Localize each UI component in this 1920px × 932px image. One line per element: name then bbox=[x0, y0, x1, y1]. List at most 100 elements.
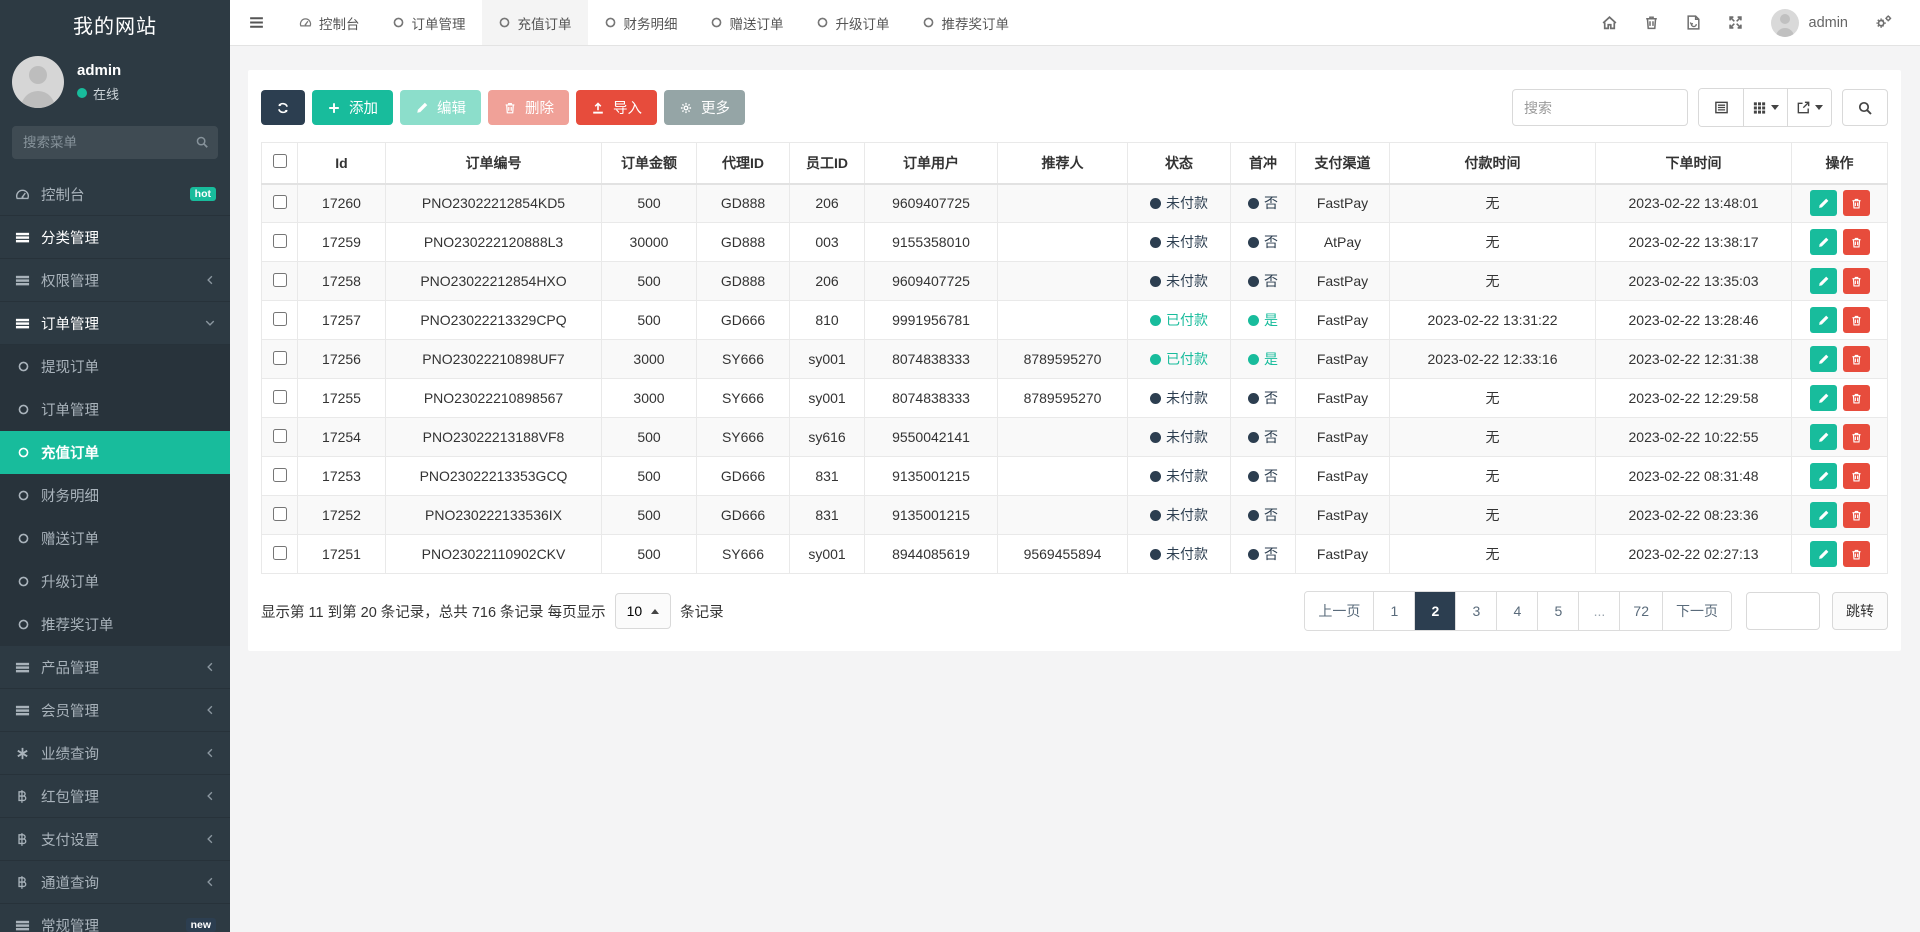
tab-升级订单[interactable]: 升级订单 bbox=[800, 0, 906, 45]
select-all-checkbox[interactable] bbox=[273, 154, 287, 168]
sidebar-item-支付设置[interactable]: 支付设置 bbox=[0, 818, 230, 861]
row-edit-button[interactable] bbox=[1810, 463, 1837, 489]
row-edit-button[interactable] bbox=[1810, 190, 1837, 216]
row-delete-button[interactable] bbox=[1843, 190, 1870, 216]
sidebar-item-产品管理[interactable]: 产品管理 bbox=[0, 646, 230, 689]
cell-actions bbox=[1792, 457, 1888, 496]
page-button-4[interactable]: 4 bbox=[1496, 592, 1537, 630]
cell-staff-id: sy001 bbox=[790, 340, 865, 379]
row-checkbox[interactable] bbox=[273, 351, 287, 365]
sidebar-item-控制台[interactable]: 控制台hot bbox=[0, 173, 230, 216]
page-size-dropdown[interactable]: 10 bbox=[615, 593, 672, 629]
detail-view-button[interactable] bbox=[1699, 89, 1743, 126]
row-delete-button[interactable] bbox=[1843, 463, 1870, 489]
row-delete-button[interactable] bbox=[1843, 307, 1870, 333]
page-button-2[interactable]: 2 bbox=[1414, 592, 1455, 630]
sidebar-item-订单管理[interactable]: 订单管理 bbox=[0, 302, 230, 345]
trash-button[interactable] bbox=[1631, 0, 1673, 46]
row-delete-button[interactable] bbox=[1843, 502, 1870, 528]
sidebar-item-分类管理[interactable]: 分类管理 bbox=[0, 216, 230, 259]
sidebar-subitem-财务明细[interactable]: 财务明细 bbox=[0, 474, 230, 517]
tab-订单管理[interactable]: 订单管理 bbox=[376, 0, 482, 45]
prev-page-button[interactable]: 上一页 bbox=[1305, 592, 1373, 630]
sidebar-subitem-推荐奖订单[interactable]: 推荐奖订单 bbox=[0, 603, 230, 646]
row-delete-button[interactable] bbox=[1843, 385, 1870, 411]
page-size-value: 10 bbox=[627, 603, 643, 619]
sidebar-item-会员管理[interactable]: 会员管理 bbox=[0, 689, 230, 732]
table-search-input[interactable] bbox=[1512, 89, 1688, 126]
page-button-3[interactable]: 3 bbox=[1455, 592, 1496, 630]
row-checkbox[interactable] bbox=[273, 390, 287, 404]
tab-财务明细[interactable]: 财务明细 bbox=[588, 0, 694, 45]
add-button[interactable]: 添加 bbox=[312, 90, 393, 125]
row-edit-button[interactable] bbox=[1810, 229, 1837, 255]
first-charge-badge: 否 bbox=[1248, 544, 1278, 564]
page-button-5[interactable]: 5 bbox=[1537, 592, 1578, 630]
row-checkbox[interactable] bbox=[273, 234, 287, 248]
delete-button: 删除 bbox=[488, 90, 569, 125]
row-checkbox[interactable] bbox=[273, 195, 287, 209]
search-button[interactable] bbox=[1842, 89, 1888, 126]
row-checkbox[interactable] bbox=[273, 273, 287, 287]
cell-id: 17257 bbox=[298, 301, 386, 340]
row-delete-button[interactable] bbox=[1843, 424, 1870, 450]
row-checkbox[interactable] bbox=[273, 546, 287, 560]
row-edit-button[interactable] bbox=[1810, 385, 1837, 411]
columns-button[interactable] bbox=[1743, 89, 1787, 126]
sidebar-subitem-赠送订单[interactable]: 赠送订单 bbox=[0, 517, 230, 560]
row-checkbox[interactable] bbox=[273, 429, 287, 443]
sidebar-item-红包管理[interactable]: 红包管理 bbox=[0, 775, 230, 818]
tab-充值订单[interactable]: 充值订单 bbox=[482, 0, 588, 45]
row-edit-button[interactable] bbox=[1810, 424, 1837, 450]
caret-up-icon bbox=[651, 609, 659, 614]
circle-icon bbox=[17, 403, 30, 416]
tab-推荐奖订单[interactable]: 推荐奖订单 bbox=[906, 0, 1026, 45]
detail-view-icon bbox=[1714, 100, 1729, 115]
sidebar-subitem-提现订单[interactable]: 提现订单 bbox=[0, 345, 230, 388]
sidebar-subitem-升级订单[interactable]: 升级订单 bbox=[0, 560, 230, 603]
tab-控制台[interactable]: 控制台 bbox=[283, 0, 376, 45]
row-edit-button[interactable] bbox=[1810, 307, 1837, 333]
sidebar-subitem-订单管理[interactable]: 订单管理 bbox=[0, 388, 230, 431]
sidebar-item-通道查询[interactable]: 通道查询 bbox=[0, 861, 230, 904]
row-checkbox[interactable] bbox=[273, 507, 287, 521]
home-button[interactable] bbox=[1589, 0, 1631, 46]
sidebar-item-常规管理[interactable]: 常规管理new bbox=[0, 904, 230, 932]
page-refresh-button[interactable] bbox=[1673, 0, 1715, 46]
user-menu[interactable]: admin bbox=[1757, 9, 1863, 37]
row-delete-button[interactable] bbox=[1843, 268, 1870, 294]
row-edit-button[interactable] bbox=[1810, 346, 1837, 372]
next-page-button[interactable]: 下一页 bbox=[1662, 592, 1731, 630]
page-button-1[interactable]: 1 bbox=[1373, 592, 1414, 630]
jump-page-input[interactable] bbox=[1746, 592, 1820, 630]
export-button[interactable] bbox=[1787, 89, 1831, 126]
row-delete-button[interactable] bbox=[1843, 229, 1870, 255]
baht-icon bbox=[15, 875, 30, 890]
user-status: 在线 bbox=[77, 84, 121, 103]
sidebar-item-业绩查询[interactable]: 业绩查询 bbox=[0, 732, 230, 775]
fullscreen-button[interactable] bbox=[1715, 0, 1757, 46]
sidebar-item-权限管理[interactable]: 权限管理 bbox=[0, 259, 230, 302]
cell-first-charge: 否 bbox=[1231, 496, 1296, 535]
sidebar-subitem-充值订单[interactable]: 充值订单 bbox=[0, 431, 230, 474]
cell-amount: 30000 bbox=[602, 223, 697, 262]
row-edit-button[interactable] bbox=[1810, 541, 1837, 567]
cell-amount: 500 bbox=[602, 535, 697, 574]
row-checkbox[interactable] bbox=[273, 468, 287, 482]
row-checkbox[interactable] bbox=[273, 312, 287, 326]
page-button-72[interactable]: 72 bbox=[1619, 592, 1662, 630]
import-button[interactable]: 导入 bbox=[576, 90, 657, 125]
row-delete-button[interactable] bbox=[1843, 541, 1870, 567]
settings-button[interactable] bbox=[1862, 0, 1904, 46]
refresh-button[interactable] bbox=[261, 90, 305, 125]
sidebar-toggle-button[interactable] bbox=[230, 0, 283, 45]
tab-赠送订单[interactable]: 赠送订单 bbox=[694, 0, 800, 45]
cell-amount: 500 bbox=[602, 301, 697, 340]
row-delete-button[interactable] bbox=[1843, 346, 1870, 372]
row-edit-button[interactable] bbox=[1810, 268, 1837, 294]
menu-search-input[interactable] bbox=[12, 126, 218, 159]
row-edit-button[interactable] bbox=[1810, 502, 1837, 528]
cell-agent-id: GD888 bbox=[697, 184, 790, 223]
more-button[interactable]: 更多 bbox=[664, 90, 745, 125]
jump-button[interactable]: 跳转 bbox=[1832, 592, 1888, 630]
